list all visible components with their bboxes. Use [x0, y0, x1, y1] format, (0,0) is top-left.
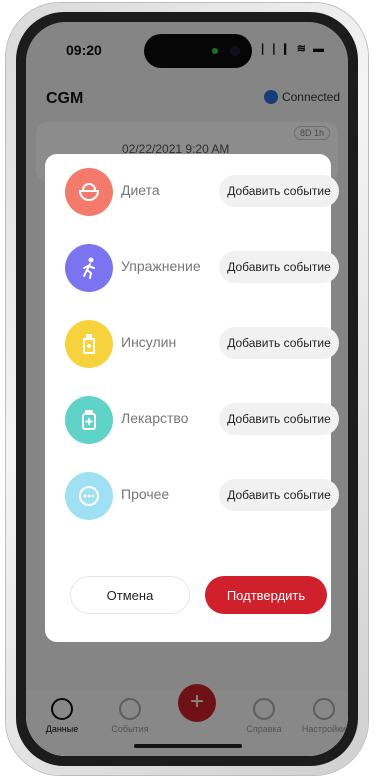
event-label: Диета [121, 182, 160, 198]
add-event-button[interactable]: Добавить событие [219, 479, 339, 511]
running-person-icon [65, 244, 113, 292]
phone-screen: 09:20 ❘❘❙ ≋ ▬ CGM Connected 8D 1h 02/22/… [26, 22, 348, 756]
event-row-other: Прочее Добавить событие [45, 468, 339, 524]
event-label: Упражнение [121, 258, 201, 274]
bowl-icon [65, 168, 113, 216]
event-row-medicine: Лекарство Добавить событие [45, 392, 339, 448]
add-event-button[interactable]: Добавить событие [219, 403, 339, 435]
event-row-exercise: Упражнение Добавить событие [45, 240, 339, 296]
add-event-button[interactable]: Добавить событие [219, 251, 339, 283]
add-event-button[interactable]: Добавить событие [219, 175, 339, 207]
confirm-button[interactable]: Подтвердить [205, 576, 327, 614]
cancel-button[interactable]: Отмена [70, 576, 190, 614]
event-row-insulin: Инсулин Добавить событие [45, 316, 339, 372]
event-row-diet: Диета Добавить событие [45, 164, 339, 220]
add-event-dialog: Диета Добавить событие Упражнение Добави… [45, 154, 339, 642]
insulin-pen-icon [65, 320, 113, 368]
more-icon [65, 472, 113, 520]
add-event-button[interactable]: Добавить событие [219, 327, 339, 359]
medicine-bottle-icon [65, 396, 113, 444]
event-label: Прочее [121, 486, 170, 502]
event-label: Инсулин [121, 334, 177, 350]
event-label: Лекарство [121, 410, 189, 426]
